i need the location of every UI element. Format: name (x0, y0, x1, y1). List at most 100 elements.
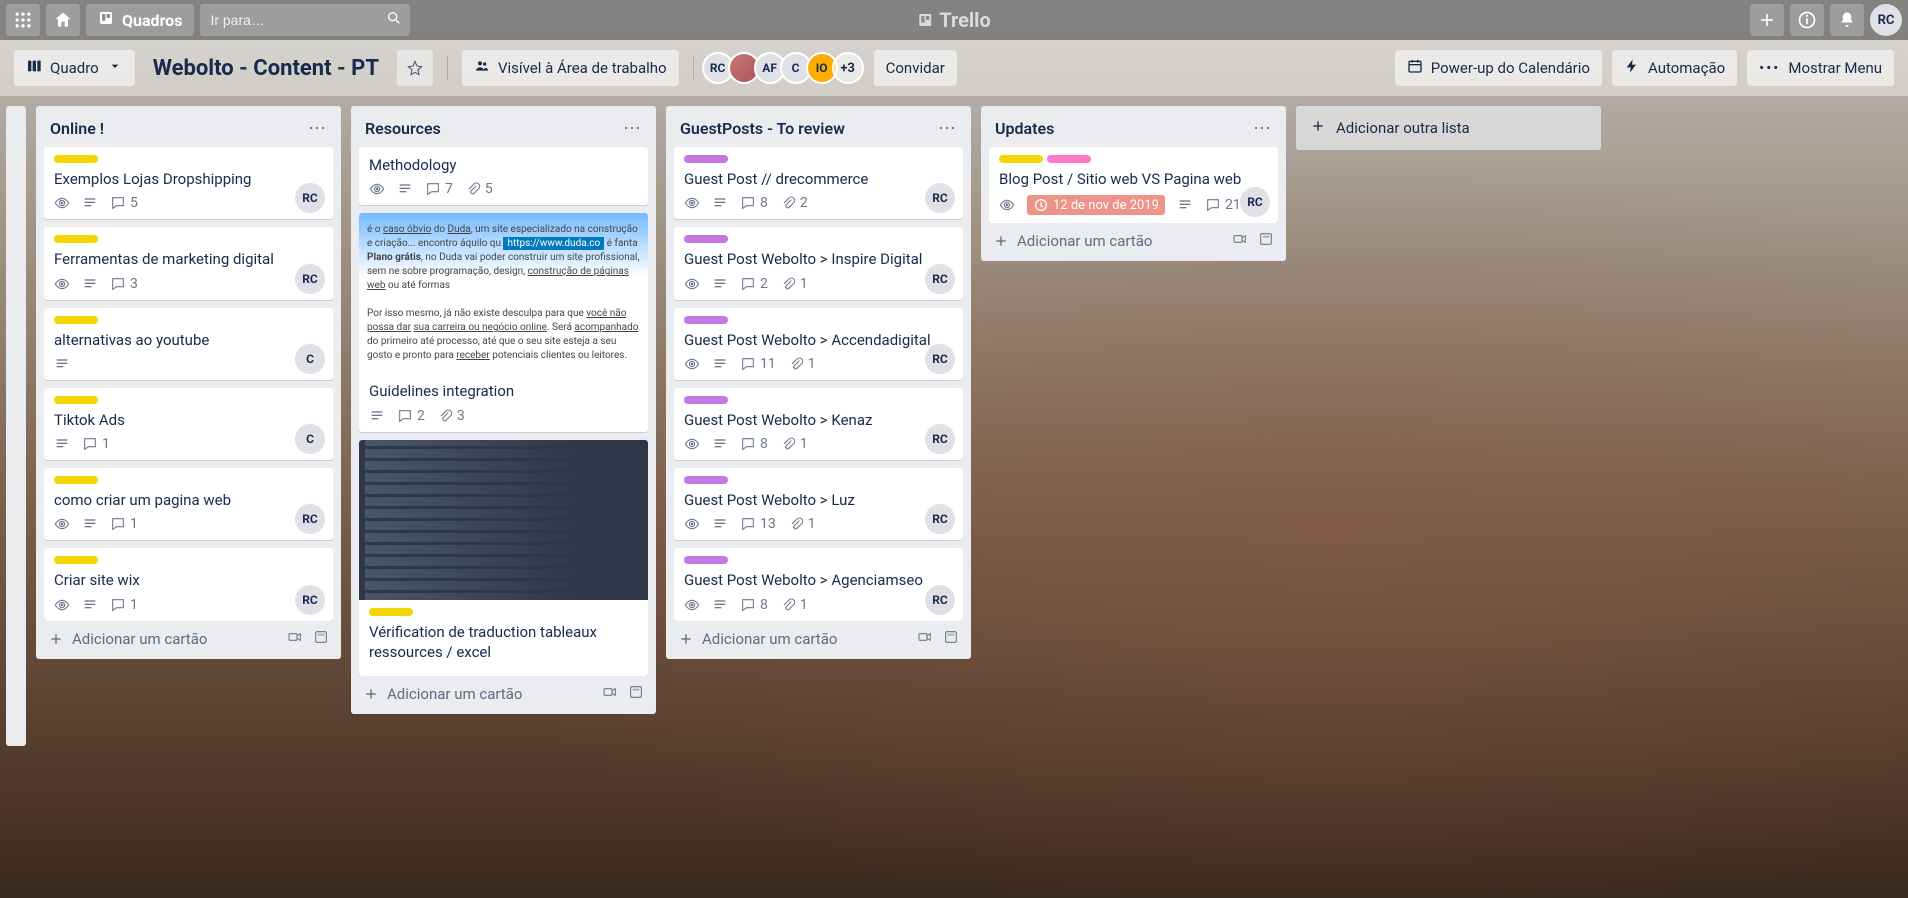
card-label-yellow[interactable] (54, 235, 98, 243)
attachments-badge: 1 (788, 516, 816, 532)
board-title[interactable]: Webolto - Content - PT (145, 56, 387, 81)
card[interactable]: Guest Post Webolto > Luz 131 RC (674, 468, 963, 540)
list-title[interactable]: Resources (365, 119, 441, 138)
list-menu-button[interactable]: ⋯ (1253, 118, 1272, 139)
card-label-yellow[interactable] (54, 396, 98, 404)
watch-icon (684, 276, 700, 292)
card-title: Exemplos Lojas Dropshipping (54, 169, 323, 189)
list-menu-button[interactable]: ⋯ (938, 118, 957, 139)
cards-container[interactable]: Guest Post // drecommerce 82 RC Guest Po… (674, 147, 963, 621)
list: Online ! ⋯ Exemplos Lojas Dropshipping 5… (36, 106, 341, 659)
card-label-purple[interactable] (684, 476, 728, 484)
cards-container[interactable]: Methodology 75 é o caso óbvio do Duda, u… (359, 147, 648, 676)
template-icon[interactable] (628, 684, 644, 704)
card-member[interactable]: RC (925, 585, 955, 615)
card[interactable]: Criar site wix 1 RC (44, 548, 333, 620)
card-label-yellow[interactable] (999, 155, 1043, 163)
due-date-badge[interactable]: 12 de nov de 2019 (1027, 195, 1165, 215)
list-title[interactable]: Updates (995, 119, 1054, 138)
card-member[interactable]: RC (925, 344, 955, 374)
card[interactable]: Ferramentas de marketing digital 3 RC (44, 227, 333, 299)
card-label-yellow[interactable] (54, 316, 98, 324)
card[interactable]: Methodology 75 (359, 147, 648, 205)
add-card-button[interactable]: Adicionar um cartão (363, 685, 522, 703)
board-members[interactable]: RC AF C IO +3 (708, 52, 864, 84)
list-title[interactable]: GuestPosts - To review (680, 119, 845, 138)
video-icon[interactable] (1232, 231, 1248, 251)
add-card-button[interactable]: Adicionar um cartão (993, 232, 1152, 250)
calendar-icon (1407, 58, 1423, 78)
description-icon (397, 181, 413, 197)
show-menu-button[interactable]: ••• Mostrar Menu (1747, 50, 1894, 86)
list-menu-button[interactable]: ⋯ (308, 118, 327, 139)
cards-container[interactable]: Blog Post / Sitio web VS Pagina web 12 d… (989, 147, 1278, 223)
description-icon (54, 356, 70, 372)
card[interactable]: alternativas ao youtube C (44, 308, 333, 380)
cards-container[interactable]: Exemplos Lojas Dropshipping 5 RC Ferrame… (44, 147, 333, 621)
template-icon[interactable] (313, 629, 329, 649)
card-member[interactable]: RC (295, 264, 325, 294)
card-label-purple[interactable] (684, 396, 728, 404)
card-label-purple[interactable] (684, 316, 728, 324)
comments-badge: 2 (740, 276, 768, 292)
card-member[interactable]: RC (925, 264, 955, 294)
calendar-powerup-button[interactable]: Power-up do Calendário (1395, 50, 1602, 86)
comments-badge: 7 (425, 181, 453, 197)
home-button[interactable] (46, 4, 80, 36)
invite-button[interactable]: Convidar (874, 50, 957, 86)
card-label-purple[interactable] (684, 155, 728, 163)
template-icon[interactable] (1258, 231, 1274, 251)
card-label-purple[interactable] (684, 235, 728, 243)
card-member[interactable]: C (295, 424, 325, 454)
more-members[interactable]: +3 (832, 52, 864, 84)
info-button[interactable] (1790, 4, 1824, 36)
apps-button[interactable] (6, 4, 40, 36)
card-title: Guest Post Webolto > Kenaz (684, 410, 953, 430)
card-label-yellow[interactable] (369, 608, 413, 616)
card[interactable]: Guest Post Webolto > Inspire Digital 21 … (674, 227, 963, 299)
list-menu-button[interactable]: ⋯ (623, 118, 642, 139)
card[interactable]: é o caso óbvio do Duda, um site especial… (359, 213, 648, 431)
card[interactable]: Guest Post Webolto > Agenciamseo 81 RC (674, 548, 963, 620)
add-card-button[interactable]: Adicionar um cartão (678, 630, 837, 648)
card-label-pink[interactable] (1047, 155, 1091, 163)
description-icon (82, 516, 98, 532)
card-member[interactable]: C (295, 344, 325, 374)
card[interactable]: Blog Post / Sitio web VS Pagina web 12 d… (989, 147, 1278, 223)
add-list-button[interactable]: Adicionar outra lista (1296, 106, 1601, 150)
search-input[interactable] (210, 12, 400, 28)
card-label-yellow[interactable] (54, 155, 98, 163)
video-icon[interactable] (917, 629, 933, 649)
card[interactable]: Tiktok Ads 1 C (44, 388, 333, 460)
card-label-yellow[interactable] (54, 476, 98, 484)
card[interactable]: Guest Post Webolto > Kenaz 81 RC (674, 388, 963, 460)
trello-logo[interactable]: Trello (917, 8, 991, 32)
card-label-purple[interactable] (684, 556, 728, 564)
create-button[interactable] (1750, 4, 1784, 36)
card-label-yellow[interactable] (54, 556, 98, 564)
card[interactable]: Vérification de traduction tableaux ress… (359, 440, 648, 677)
card[interactable]: Exemplos Lojas Dropshipping 5 RC (44, 147, 333, 219)
card-title: Guidelines integration (369, 381, 638, 401)
star-button[interactable] (397, 50, 433, 86)
list-title[interactable]: Online ! (50, 119, 104, 138)
board-canvas[interactable]: Online ! ⋯ Exemplos Lojas Dropshipping 5… (0, 96, 1908, 898)
card[interactable]: como criar um pagina web 1 RC (44, 468, 333, 540)
automation-button[interactable]: Automação (1612, 50, 1737, 86)
list-edge-previous[interactable] (6, 106, 26, 746)
template-icon[interactable] (943, 629, 959, 649)
card[interactable]: Guest Post Webolto > Accendadigital 111 … (674, 308, 963, 380)
search-box[interactable] (200, 4, 410, 36)
notifications-button[interactable] (1830, 4, 1864, 36)
add-card-button[interactable]: Adicionar um cartão (48, 630, 207, 648)
video-icon[interactable] (287, 629, 303, 649)
user-avatar[interactable]: RC (1870, 4, 1902, 36)
visibility-button[interactable]: Visível à Área de trabalho (462, 50, 679, 86)
video-icon[interactable] (602, 684, 618, 704)
boards-button[interactable]: Quadros (86, 4, 194, 36)
board-view-switcher[interactable]: Quadro (14, 50, 135, 86)
card-member[interactable]: RC (295, 585, 325, 615)
card[interactable]: Guest Post // drecommerce 82 RC (674, 147, 963, 219)
card-member[interactable]: RC (925, 424, 955, 454)
watch-icon (684, 356, 700, 372)
